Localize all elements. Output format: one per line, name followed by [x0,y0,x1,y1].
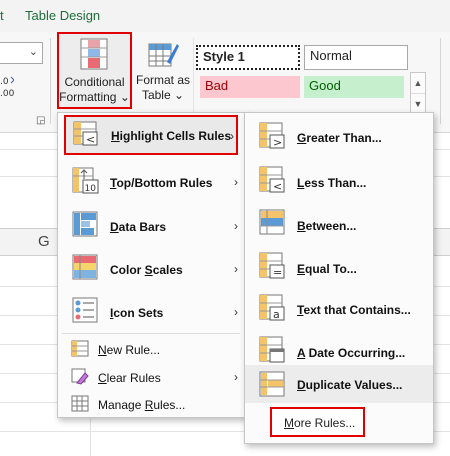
submenu-item-duplicate-values[interactable]: Duplicate Values... [245,365,433,403]
submenu-item-less-than[interactable]: < Less Than... [245,159,433,199]
chevron-right-icon: › [234,262,238,276]
menu-item-label: Text that Contains... [297,303,411,317]
chevron-down-icon: ⌄ [173,88,185,102]
format-as-table-label: Format as Table ⌄ [135,73,190,102]
number-format-dropdown[interactable]: ⌄ [0,42,43,64]
icon-sets-icon [72,297,98,323]
chevron-down-icon: ⌄ [28,46,38,58]
ribbon-divider [440,38,441,124]
chevron-right-icon: › [234,175,238,189]
conditional-formatting-menu: < Highlight Cells Rules › 10 Top/Bottom … [57,112,247,418]
greater-than-icon: > [259,122,285,149]
color-scales-icon [72,254,98,280]
chevron-right-icon: › [234,219,238,233]
more-rules-label: More Rules... [284,416,356,430]
new-rule-icon [71,340,89,357]
highlight-cells-rules-submenu: > Greater Than... < Less Than... Between… [244,112,434,444]
menu-item-label: A Date Occurring... [297,346,406,360]
date-occurring-icon [259,336,285,363]
menu-item-color-scales[interactable]: Color Scales › [58,248,246,288]
submenu-item-greater-than[interactable]: > Greater Than... [245,115,433,155]
submenu-item-date-occurring[interactable]: A Date Occurring... [245,329,433,369]
cell-styles-gallery: Style 1 Normal Bad Good [196,43,426,103]
style-good-swatch[interactable]: Good [304,76,404,98]
menu-item-new-rule[interactable]: New Rule... [58,335,246,363]
chevron-right-icon: › [234,370,238,384]
data-bars-icon [72,211,98,237]
menu-item-icon-sets[interactable]: Icon Sets › [58,291,246,331]
submenu-item-between[interactable]: Between... [245,203,433,243]
svg-text:<: < [86,133,95,146]
svg-text:10: 10 [85,184,97,194]
more-rules-button[interactable]: More Rules... [270,407,365,437]
menu-item-clear-rules[interactable]: Clear Rules › [58,363,246,391]
dialog-launcher-icon[interactable]: ◲ [36,115,45,126]
menu-item-top-bottom-rules[interactable]: 10 Top/Bottom Rules › [58,161,246,201]
menu-separator [62,333,240,334]
tab-partial[interactable]: t [0,8,8,23]
chevron-down-icon: ⌄ [119,90,130,104]
menu-item-label: Less Than... [297,176,367,190]
equal-to-icon: = [259,252,285,279]
menu-item-label: Highlight Cells Rules [111,129,232,143]
style-1-swatch[interactable]: Style 1 [196,45,300,70]
submenu-item-text-contains[interactable]: a Text that Contains... [245,287,433,327]
menu-item-label: Duplicate Values... [297,378,403,392]
menu-item-label: Equal To... [297,262,357,276]
conditional-formatting-icon [80,38,108,70]
svg-text:>: > [273,136,282,149]
manage-rules-icon [71,395,89,412]
menu-item-label: New Rule... [98,343,161,357]
ribbon-divider [50,38,51,124]
menu-item-manage-rules[interactable]: Manage Rules... [58,390,246,418]
svg-text:.00: .00 [0,89,14,99]
style-bad-swatch[interactable]: Bad [200,76,300,98]
menu-item-label: Clear Rules [98,371,161,385]
clear-rules-icon [71,368,89,385]
style-normal-swatch[interactable]: Normal [304,45,408,70]
conditional-formatting-button[interactable]: Conditional Formatting ⌄ [57,32,132,109]
between-icon [259,209,285,235]
svg-text:=: = [273,266,282,279]
ribbon-tab-strip: t Table Design [0,0,450,32]
less-than-icon: < [259,166,285,193]
submenu-item-equal-to[interactable]: = Equal To... [245,245,433,285]
tab-table-design[interactable]: Table Design [25,8,100,23]
conditional-formatting-label: Conditional Formatting ⌄ [59,75,130,104]
top-bottom-icon: 10 [72,167,99,194]
menu-item-data-bars[interactable]: Data Bars › [58,205,246,245]
svg-text:a: a [273,308,280,321]
menu-item-label: Color Scales [110,263,183,277]
svg-text:<: < [273,180,282,193]
format-as-table-icon [148,43,179,67]
menu-item-label: Top/Bottom Rules [110,176,213,190]
menu-item-label: Icon Sets [110,306,164,320]
chevron-right-icon: › [234,305,238,319]
chevron-right-icon: › [230,129,234,143]
menu-item-label: Manage Rules... [98,398,186,412]
decimal-arrows-icon: .0 .00 [0,76,15,99]
menu-item-label: Between... [297,219,357,233]
menu-item-label: Data Bars [110,220,167,234]
menu-item-label: Greater Than... [297,131,382,145]
svg-text:.0: .0 [0,77,9,87]
menu-item-highlight-cells-rules[interactable]: < Highlight Cells Rules › [64,115,238,155]
duplicate-values-icon [259,371,285,397]
format-as-table-button[interactable]: Format as Table ⌄ [133,40,193,110]
column-header-g[interactable]: G [38,233,50,250]
text-contains-icon: a [259,294,285,321]
highlight-cells-icon: < [73,121,98,146]
